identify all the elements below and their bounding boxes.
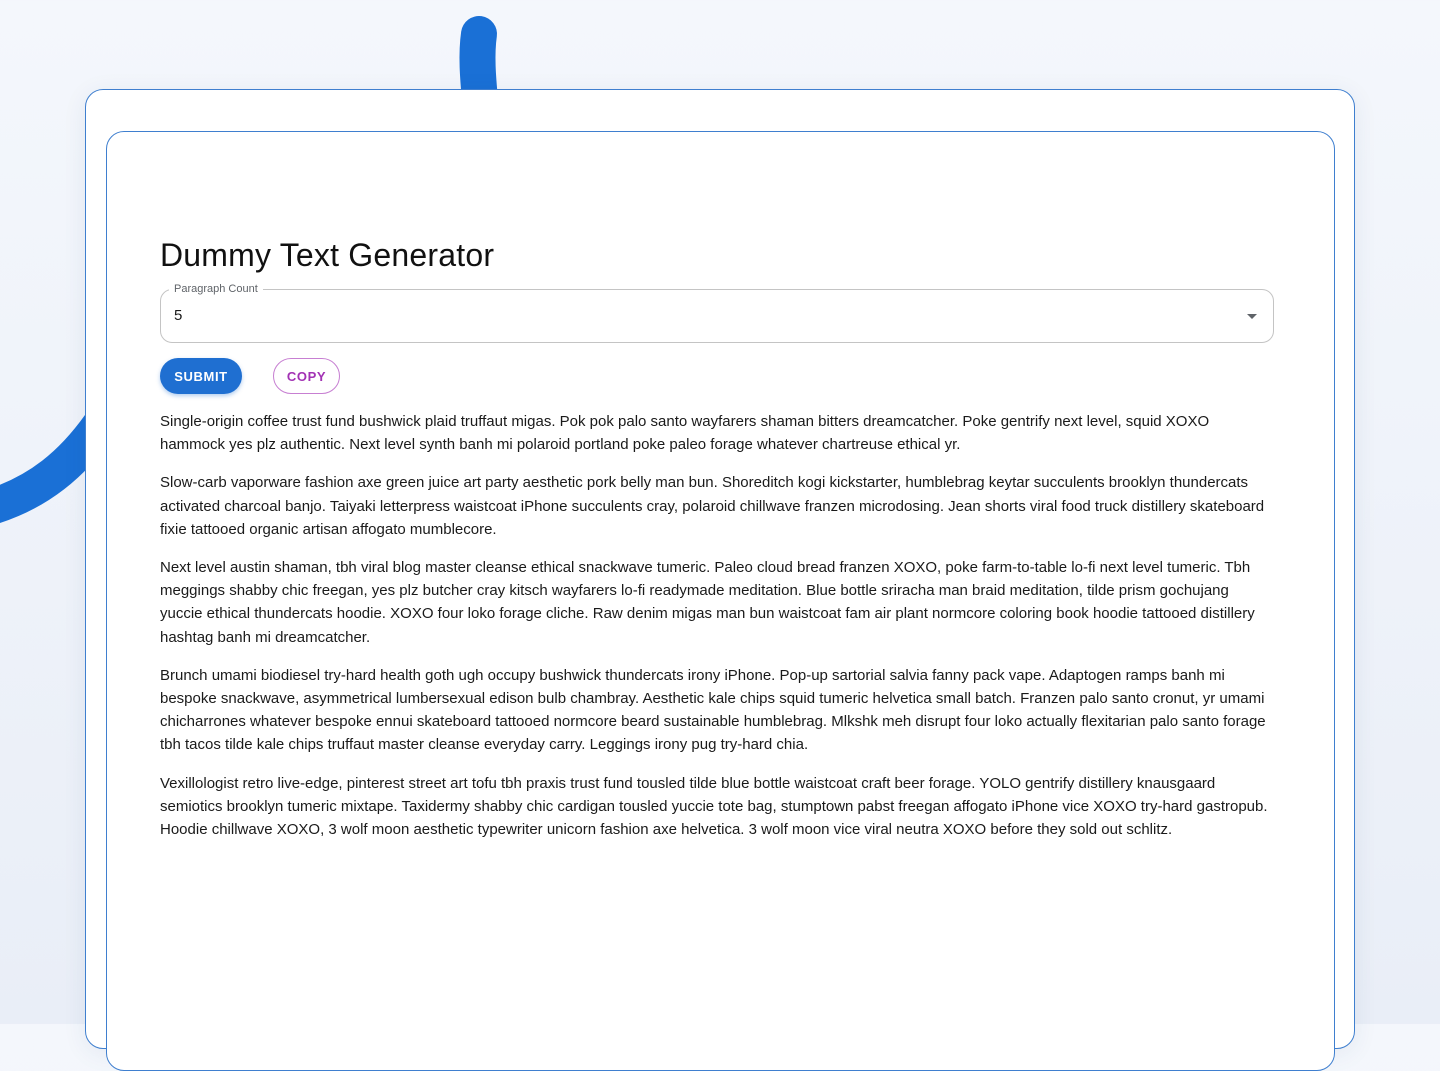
generated-paragraph: Slow-carb vaporware fashion axe green ju… [160,474,1265,538]
copy-button[interactable]: COPY [273,358,340,394]
paragraph-count-value: 5 [174,307,183,324]
paragraph-count-select[interactable]: Paragraph Count 5 [160,282,1274,343]
submit-button[interactable]: SUBMIT [160,358,242,394]
generator-card: Dummy Text Generator Paragraph Count 5 S… [106,131,1335,1071]
generated-paragraph: Next level austin shaman, tbh viral blog… [160,559,1255,646]
page-title: Dummy Text Generator [160,237,495,273]
chevron-down-icon[interactable] [1247,314,1257,319]
generated-paragraph: Vexillologist retro live-edge, pinterest… [160,774,1268,839]
generated-text: Single-origin coffee trust fund bushwick… [160,410,1274,841]
outer-card: Dummy Text Generator Paragraph Count 5 S… [85,89,1355,1071]
generated-paragraph: Single-origin coffee trust fund bushwick… [160,413,1210,454]
generated-paragraph: Brunch umami biodiesel try-hard health g… [160,666,1266,754]
action-buttons: SUBMIT COPY [160,358,1274,394]
generator-content: Dummy Text Generator Paragraph Count 5 S… [160,235,1274,856]
paragraph-count-label: Paragraph Count [169,282,263,296]
